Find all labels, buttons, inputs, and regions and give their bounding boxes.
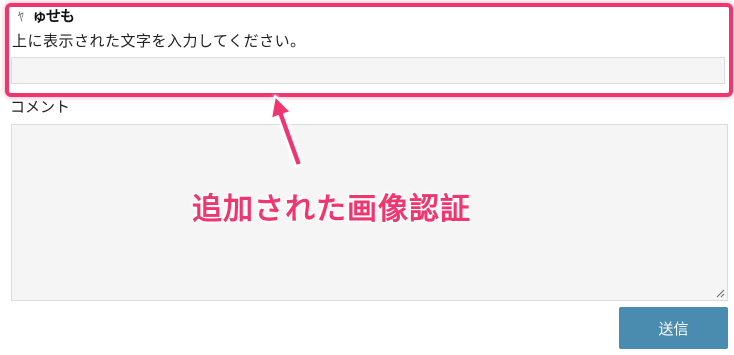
submit-button[interactable]: 送信 bbox=[619, 307, 728, 349]
comment-label: コメント bbox=[10, 98, 71, 116]
captcha-image-text: ゅせも bbox=[32, 7, 74, 25]
annotation-caption: 追加された画像認証 bbox=[192, 192, 471, 227]
captcha-instruction: 上に表示された文字を入力してください。 bbox=[12, 32, 306, 50]
comment-form: ﾔ ゅせも 上に表示された文字を入力してください。 コメント 追加された画像認証… bbox=[0, 0, 734, 355]
captcha-input[interactable] bbox=[11, 57, 725, 84]
svg-text:ﾔ: ﾔ bbox=[17, 10, 26, 26]
annotation-arrow-icon bbox=[270, 95, 303, 167]
resize-grip-icon[interactable] bbox=[716, 289, 725, 298]
captcha-image: ﾔ ゅせも bbox=[17, 7, 75, 26]
